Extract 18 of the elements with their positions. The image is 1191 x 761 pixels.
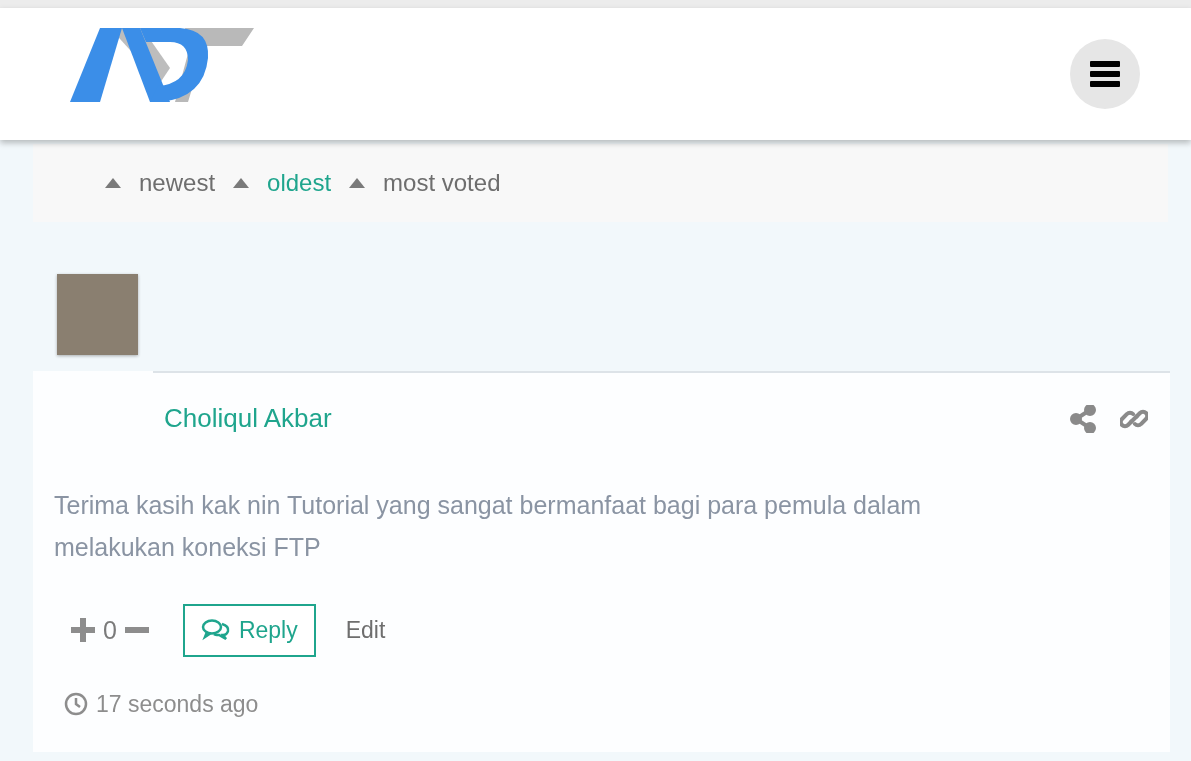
reply-button[interactable]: Reply (182, 604, 316, 657)
menu-icon (1090, 61, 1120, 87)
upvote-plus-icon[interactable] (71, 618, 95, 643)
clock-icon (64, 691, 88, 716)
edit-link[interactable]: Edit (339, 612, 392, 649)
sort-arrow-icon (233, 178, 250, 188)
comment-time: 17 seconds ago (96, 689, 259, 719)
speech-bubbles-icon (200, 618, 231, 643)
sort-option[interactable]: oldest (267, 165, 332, 201)
sort-arrow-icon (105, 178, 121, 188)
sort-option[interactable]: newest (139, 165, 216, 201)
share-icon[interactable] (1070, 404, 1096, 433)
vote-count: 0 (103, 614, 117, 646)
sort-arrow-icon (349, 178, 366, 188)
comment-text: Terima kasih kak nin Tutorial yang sangat bermanfaat bagi para pemula dalam melakukan koneksi FTP (53, 490, 923, 563)
sort-option[interactable]: most voted (383, 165, 501, 201)
comment-author[interactable]: Choliqul Akbar (164, 399, 332, 438)
downvote-minus-icon[interactable] (124, 627, 149, 634)
